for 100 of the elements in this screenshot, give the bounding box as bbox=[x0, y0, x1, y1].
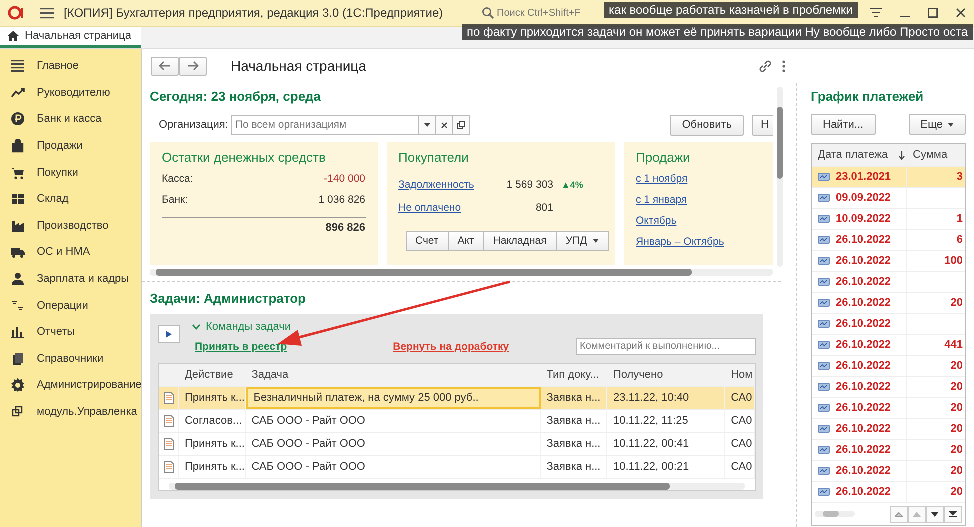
table-row[interactable]: 10.09.2022 1 bbox=[812, 209, 965, 230]
comment-field[interactable]: Комментарий к выполнению... bbox=[576, 338, 756, 355]
search-icon bbox=[482, 7, 494, 19]
first-button[interactable] bbox=[890, 506, 908, 522]
table-row[interactable]: 26.10.2022 20 bbox=[812, 461, 965, 482]
table-cell: 26.10.2022 bbox=[836, 486, 892, 498]
scrollbar[interactable] bbox=[777, 87, 783, 267]
return-link[interactable]: Вернуть на доработку bbox=[393, 340, 510, 352]
column-header[interactable]: Тип доку... bbox=[540, 364, 608, 386]
window-title: [КОПИЯ] Бухгалтерия предприятия, редакция 3.0 (1С:Предприятие) bbox=[64, 6, 444, 20]
table-cell: 26.10.2022 bbox=[836, 339, 892, 351]
table-row[interactable]: 26.10.2022 20 bbox=[812, 440, 965, 461]
section-heading: График платежей bbox=[811, 89, 925, 104]
column-header[interactable]: Получено bbox=[607, 364, 726, 386]
sidebar-item[interactable]: Справочники bbox=[0, 346, 141, 372]
sidebar-item[interactable]: Главное bbox=[0, 53, 141, 80]
table-row[interactable]: 26.10.2022 bbox=[812, 272, 965, 293]
toolbar-button[interactable]: Н bbox=[752, 114, 773, 136]
cart-icon bbox=[11, 166, 25, 180]
sidebar-item[interactable]: Производство bbox=[0, 212, 141, 240]
person-icon bbox=[11, 272, 25, 286]
payment-icon bbox=[818, 362, 830, 370]
close-icon[interactable] bbox=[956, 8, 966, 18]
find-button[interactable]: Найти... bbox=[811, 114, 876, 135]
down-button[interactable] bbox=[926, 506, 944, 522]
table-row[interactable]: Принять к... САБ ООО - Райт ООО Заявка н... 10.11.22, 00:41 СА0 bbox=[159, 433, 755, 456]
table-row[interactable]: 09.09.2022 bbox=[812, 188, 965, 209]
column-header[interactable]: Дата платежа bbox=[812, 144, 907, 166]
page-title: Начальная страница bbox=[231, 58, 366, 74]
table-row[interactable]: 26.10.2022 441 bbox=[812, 335, 965, 356]
scrollbar[interactable] bbox=[815, 511, 855, 517]
scrollbar[interactable] bbox=[169, 483, 745, 490]
sidebar-item[interactable]: ОС и НМА bbox=[0, 239, 141, 266]
sidebar-item[interactable]: Операции bbox=[0, 292, 141, 319]
table-row[interactable]: 26.10.2022 100 bbox=[812, 251, 965, 272]
column-header[interactable]: Действие bbox=[178, 364, 246, 386]
sidebar-item[interactable]: Продажи bbox=[0, 132, 141, 160]
table-cell: 26.10.2022 bbox=[836, 234, 892, 246]
back-button[interactable] bbox=[151, 56, 179, 76]
link[interactable]: с 1 января bbox=[636, 194, 761, 206]
document-button[interactable]: Счет bbox=[406, 231, 449, 251]
sidebar-item[interactable]: Руководителю bbox=[0, 80, 141, 106]
open-button[interactable] bbox=[453, 115, 470, 135]
amount: 1 569 303 bbox=[506, 178, 554, 190]
menu-icon[interactable] bbox=[870, 8, 882, 18]
table-cell: 10.11.22, 00:21 bbox=[607, 456, 726, 478]
link[interactable]: с 1 ноября bbox=[636, 173, 761, 185]
table-cell: 100 bbox=[944, 255, 963, 267]
table-cell: 20 bbox=[950, 486, 963, 498]
table-row[interactable]: 23.01.2021 3 bbox=[812, 167, 965, 188]
sidebar-item[interactable]: Зарплата и кадры bbox=[0, 266, 141, 292]
scrollbar[interactable] bbox=[150, 269, 773, 276]
accept-link[interactable]: Принять в реестр bbox=[195, 340, 288, 352]
link[interactable]: Не оплачено bbox=[398, 202, 494, 214]
play-button[interactable] bbox=[158, 325, 180, 343]
table-row[interactable]: 26.10.2022 6 bbox=[812, 230, 965, 251]
table-row[interactable]: 26.10.2022 20 bbox=[812, 419, 965, 440]
table-row[interactable]: Принять к... Безналичный платеж, на сумму 25 000 руб.. Заявка н... 23.11.22, 10:40 СА0 bbox=[159, 387, 755, 410]
maximize-icon[interactable] bbox=[928, 8, 938, 18]
forward-button[interactable] bbox=[179, 56, 207, 76]
link[interactable]: Октябрь bbox=[636, 215, 761, 227]
organization-field[interactable]: По всем организациям bbox=[231, 115, 420, 135]
column-header[interactable]: Ном bbox=[725, 364, 755, 386]
sidebar-item[interactable]: Отчеты bbox=[0, 318, 141, 346]
factory-icon bbox=[11, 218, 25, 233]
table-row[interactable]: 26.10.2022 20 bbox=[812, 482, 965, 503]
sidebar-item[interactable]: Администрирование bbox=[0, 372, 141, 399]
sidebar-item[interactable]: модуль.Управленка bbox=[0, 398, 141, 426]
table-cell: Заявка н... bbox=[540, 410, 608, 432]
column-header[interactable]: Сумма bbox=[907, 144, 965, 166]
more-icon[interactable] bbox=[782, 60, 786, 72]
table-cell: 441 bbox=[944, 339, 963, 351]
refresh-button[interactable]: Обновить bbox=[670, 114, 744, 136]
column-header[interactable]: Задача bbox=[246, 364, 541, 386]
table-row[interactable]: 26.10.2022 20 bbox=[812, 398, 965, 419]
row-label: Банк: bbox=[162, 194, 188, 208]
table-row[interactable]: 26.10.2022 bbox=[812, 314, 965, 335]
sidebar-item[interactable]: Покупки bbox=[0, 159, 141, 186]
tab[interactable]: Начальная страница bbox=[0, 27, 141, 48]
link-icon[interactable] bbox=[759, 60, 772, 72]
dropdown-button[interactable] bbox=[419, 115, 436, 135]
table-row[interactable]: 26.10.2022 20 bbox=[812, 356, 965, 377]
amount: -140 000 bbox=[324, 173, 366, 187]
more-button[interactable]: Еще bbox=[908, 114, 966, 135]
clear-button[interactable] bbox=[436, 115, 454, 135]
sidebar-item[interactable]: Склад bbox=[0, 186, 141, 213]
last-button[interactable] bbox=[944, 506, 962, 522]
link[interactable]: Задолженность bbox=[398, 178, 494, 190]
table-row[interactable]: Принять к... САБ ООО - Райт ООО Заявка н... 10.11.22, 00:21 СА0 bbox=[159, 456, 755, 479]
table-row[interactable]: 26.10.2022 20 bbox=[812, 377, 965, 398]
menu-icon[interactable] bbox=[40, 8, 54, 18]
document-button[interactable]: Накладная bbox=[483, 231, 557, 251]
down-icon bbox=[931, 512, 939, 516]
sidebar-item[interactable]: Банк и касса bbox=[0, 106, 141, 133]
document-button[interactable]: УПД bbox=[556, 231, 610, 251]
group-toggle[interactable]: Команды задачи bbox=[192, 321, 756, 333]
link[interactable]: Январь – Октябрь bbox=[636, 236, 761, 248]
document-button[interactable]: Акт bbox=[448, 231, 484, 251]
table-row[interactable]: Согласов... САБ ООО - Райт ООО Заявка н... 10.11.22, 11:25 СА0 bbox=[159, 410, 755, 433]
table-row[interactable]: 26.10.2022 20 bbox=[812, 293, 965, 314]
